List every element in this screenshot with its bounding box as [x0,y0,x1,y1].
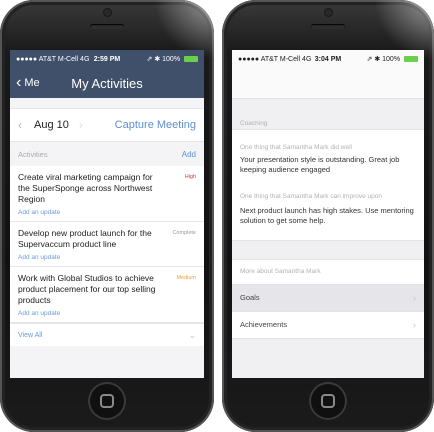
phone-right: ●●●●● AT&T M-Cell 4G 3:04 PM ⇗ ✱ 100% Co… [222,0,434,432]
nav-bar [232,68,424,99]
add-activity-button[interactable]: Add [182,150,196,159]
clock: 2:59 PM [93,55,121,63]
phone-left: ●●●●● AT&T M-Cell 4G 2:59 PM ⇗ ✱ 100% ‹ … [0,0,214,432]
nav-bar: ‹ Me My Activities [10,68,204,98]
view-all-link[interactable]: View All [18,332,42,339]
more-about-label: More about Samantha Mark [232,258,424,285]
screen-my-activities: ●●●●● AT&T M-Cell 4G 2:59 PM ⇗ ✱ 100% ‹ … [10,50,204,378]
carrier-text: ●●●●● AT&T M-Cell 4G [16,55,90,63]
status-icons: ⇗ ✱ 100% [146,56,181,63]
speaker [311,24,345,29]
goals-row[interactable]: Goals › [232,284,424,312]
camera [103,8,112,17]
back-button[interactable]: ‹ Me [10,75,40,91]
priority-badge: High [184,174,196,180]
activities-header: Activities Add [10,142,204,166]
status-badge: Complete [172,230,196,237]
previous-date-icon[interactable]: ‹ [18,118,34,132]
status-bar: ●●●●● AT&T M-Cell 4G 3:04 PM ⇗ ✱ 100% [232,50,424,68]
camera [324,8,333,17]
priority-badge: Medium [176,275,196,282]
activity-item[interactable]: Work with Global Studios to achieve prod… [10,267,204,324]
view-all-row[interactable]: View All ⌄ [10,323,204,347]
add-update-link[interactable]: Add an update [18,209,196,216]
activity-item[interactable]: Develop new product launch for the Super… [10,222,204,268]
screen-coaching: ●●●●● AT&T M-Cell 4G 3:04 PM ⇗ ✱ 100% Co… [232,50,424,378]
did-well-label: One thing that Samantha Mark did well [232,140,424,155]
activity-item[interactable]: Create viral marketing campaign for the … [10,166,204,223]
activity-title: Develop new product launch for the Super… [18,228,152,250]
activities-label: Activities [18,149,48,159]
improve-label: One thing that Samantha Mark can improve… [232,189,424,206]
battery-icon [404,56,418,63]
add-update-link[interactable]: Add an update [18,254,196,261]
speaker [90,24,124,29]
status-icons: ⇗ ✱ 100% [366,56,401,63]
chevron-right-icon: › [413,319,416,330]
improve-text: Next product launch has high stakes. Use… [232,205,424,241]
clock: 3:04 PM [314,55,342,63]
back-label: Me [24,77,40,89]
activity-title: Create viral marketing campaign for the … [18,172,153,205]
current-date: Aug 10 [34,119,69,131]
carrier-text: ●●●●● AT&T M-Cell 4G [238,55,312,63]
achievements-row[interactable]: Achievements › [232,311,424,339]
achievements-label: Achievements [240,320,288,330]
coaching-section-label: Coaching [240,120,268,127]
status-bar: ●●●●● AT&T M-Cell 4G 2:59 PM ⇗ ✱ 100% [10,50,204,68]
activity-list: Create viral marketing campaign for the … [10,166,204,324]
did-well-text: Your presentation style is outstanding. … [232,155,424,190]
home-button[interactable] [88,382,126,420]
chevron-right-icon: › [413,292,416,303]
chevron-down-icon: ⌄ [188,329,196,340]
goals-label: Goals [240,293,260,303]
capture-meeting-button[interactable]: Capture Meeting [115,119,196,131]
next-date-icon[interactable]: › [79,118,115,132]
battery-icon [184,56,198,63]
home-button[interactable] [309,382,347,420]
date-bar: ‹ Aug 10 › Capture Meeting [10,108,204,142]
chevron-left-icon: ‹ [16,74,22,91]
add-update-link[interactable]: Add an update [18,310,196,317]
activity-title: Work with Global Studios to achieve prod… [18,273,156,306]
